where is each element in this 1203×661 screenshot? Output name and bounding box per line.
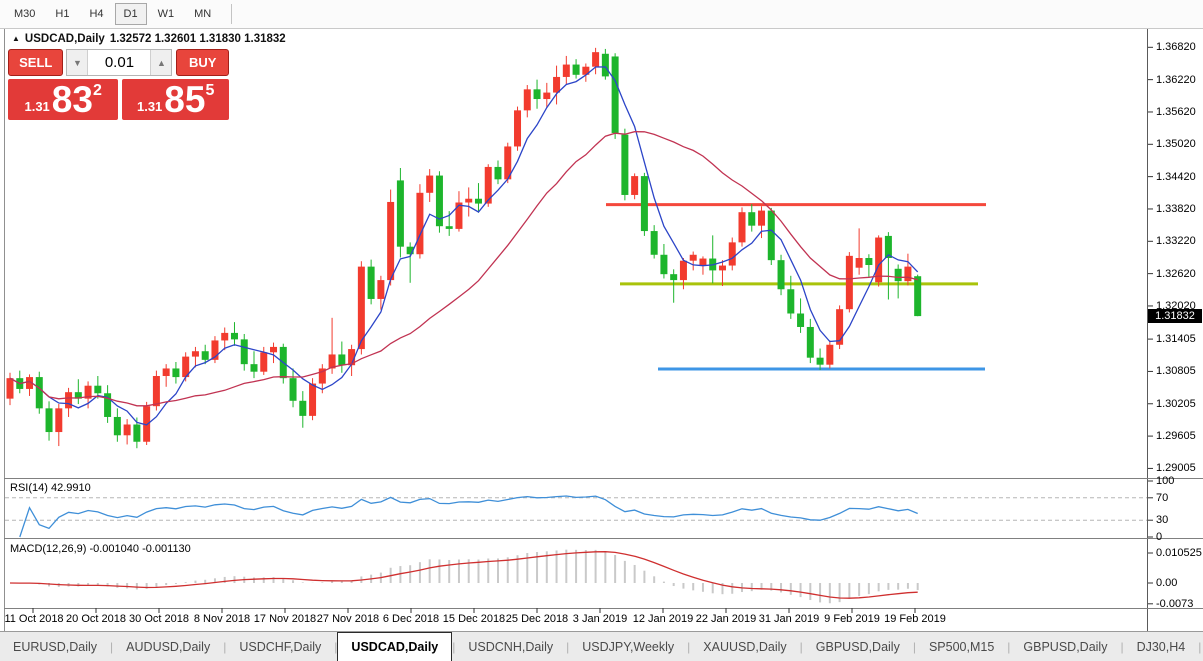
timeframe-button-h4[interactable]: H4 [80,3,112,25]
symbol-tab-eurusd-daily[interactable]: EURUSD,Daily [0,632,110,661]
volume-decrease-button[interactable]: ▼ [67,50,88,75]
macd-axis-label: 0.00 [1156,577,1177,589]
buy-button[interactable]: BUY [176,49,229,76]
volume-input[interactable] [88,50,150,75]
price-axis-label: 1.36220 [1156,74,1196,86]
symbol-tab-usdcad-daily[interactable]: USDCAD,Daily [337,632,452,661]
macd-indicator-label: MACD(12,26,9) -0.001040 -0.001130 [10,543,191,555]
symbol-tab-usdchf-daily[interactable]: USDCHF,Daily [226,632,334,661]
ma-fast-line [10,67,918,425]
chart-ohlc-values: 1.32572 1.32601 1.31830 1.31832 [110,33,286,45]
price-axis-label: 1.34420 [1156,171,1196,183]
buy-price-pip: 5 [205,82,214,100]
current-price-tag: 1.31832 [1148,309,1202,323]
rsi-axis-label: 30 [1156,514,1168,526]
sell-price-display[interactable]: 1.31 83 2 [8,79,118,120]
price-axis-label: 1.30205 [1156,398,1196,410]
symbol-tab-usdjpy-weekly[interactable]: USDJPY,Weekly [569,632,687,661]
buy-price-prefix: 1.31 [137,99,162,114]
timeframe-toolbar: M30H1H4D1W1MN [0,0,1203,29]
symbol-tab-dj30-h4[interactable]: DJ30,H4 [1124,632,1199,661]
symbol-tab-audusd-daily[interactable]: AUDUSD,Daily [113,632,223,661]
sell-price-pip: 2 [93,82,102,100]
price-axis-label: 1.33220 [1156,235,1196,247]
sell-price-big: 83 [52,82,93,118]
horizontal-level-lines[interactable] [606,205,986,369]
macd-axis-label: -0.0073 [1156,598,1193,610]
macd-histogram [10,550,918,604]
rsi-axis-label: 0 [1156,531,1162,543]
symbol-tab-gbpusd-daily[interactable]: GBPUSD,Daily [803,632,913,661]
price-axis-label: 1.31405 [1156,333,1196,345]
symbol-tab-bar: EURUSD,Daily|AUDUSD,Daily|USDCHF,Daily|U… [0,631,1203,661]
sell-price-prefix: 1.31 [24,99,49,114]
price-axis-label: 1.35620 [1156,106,1196,118]
rsi-axis-label: 100 [1156,475,1174,487]
price-axis-label: 1.33820 [1156,203,1196,215]
price-axis-label: 1.32620 [1156,268,1196,280]
timeframe-button-d1[interactable]: D1 [115,3,147,25]
collapse-panel-icon[interactable]: ▲ [12,34,20,43]
price-axis-label: 1.29605 [1156,430,1196,442]
symbol-tab-gbpusd-daily[interactable]: GBPUSD,Daily [1010,632,1120,661]
timeframe-button-mn[interactable]: MN [185,3,220,25]
rsi-line [20,496,918,537]
date-axis-label: 19 Feb 2019 [877,613,953,625]
chart-title: ▲ USDCAD,Daily 1.32572 1.32601 1.31830 1… [12,33,286,45]
volume-stepper: ▼ ▲ [66,49,172,76]
timeframe-button-h1[interactable]: H1 [46,3,78,25]
volume-increase-button[interactable]: ▲ [150,50,171,75]
symbol-tab-xauusd-daily[interactable]: XAUUSD,Daily [690,632,799,661]
price-axis-label: 1.29005 [1156,462,1196,474]
buy-price-display[interactable]: 1.31 85 5 [122,79,229,120]
symbol-tab-usdcnh-daily[interactable]: USDCNH,Daily [455,632,566,661]
buy-price-big: 85 [164,82,205,118]
rsi-axis-label: 70 [1156,492,1168,504]
toolbar-separator [231,4,232,24]
sell-button[interactable]: SELL [8,49,63,76]
chart-symbol-label: USDCAD,Daily [25,33,105,45]
price-axis-label: 1.30805 [1156,365,1196,377]
symbol-tab-sp500-m15[interactable]: SP500,M15 [916,632,1007,661]
timeframe-button-w1[interactable]: W1 [149,3,184,25]
price-axis-label: 1.36820 [1156,41,1196,53]
timeframe-button-m30[interactable]: M30 [5,3,44,25]
macd-axis-label: 0.010525 [1156,547,1202,559]
one-click-trading-widget: SELL ▼ ▲ BUY 1.31 83 2 1.31 85 5 [8,49,229,120]
price-axis-label: 1.35020 [1156,138,1196,150]
rsi-indicator-label: RSI(14) 42.9910 [10,482,91,494]
